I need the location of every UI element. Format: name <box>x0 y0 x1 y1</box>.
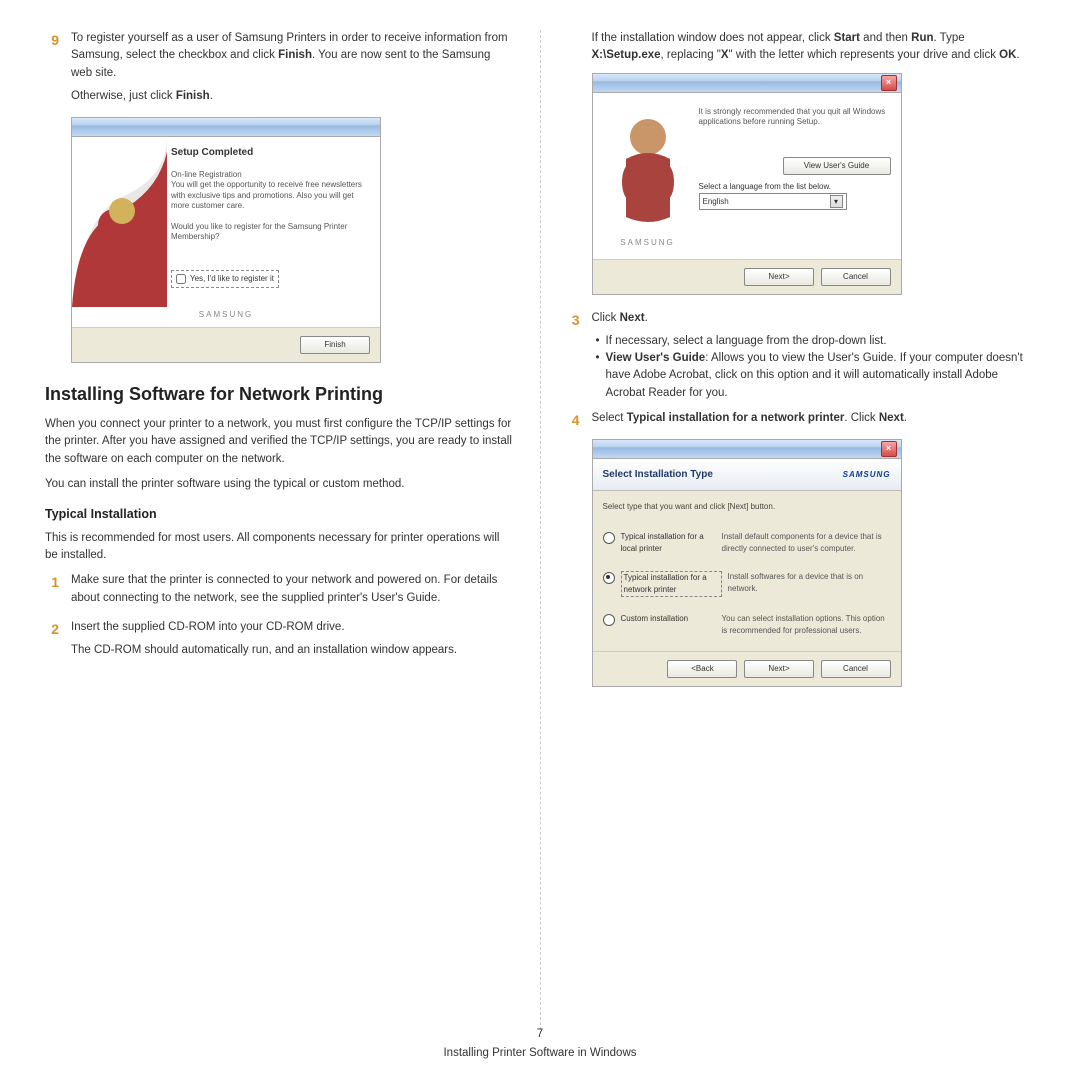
checkbox-input[interactable] <box>176 274 186 284</box>
right-column: If the installation window does not appe… <box>566 30 1036 1030</box>
radio-icon[interactable] <box>603 572 615 584</box>
dialog-message: It is strongly recommended that you quit… <box>699 107 891 128</box>
next-button[interactable]: Next> <box>744 268 814 286</box>
samsung-logo: SAMSUNG <box>620 237 674 249</box>
samsung-logo: SAMSUNG <box>72 307 380 327</box>
step-body: To register yourself as a user of Samsun… <box>71 30 515 111</box>
cancel-button[interactable]: Cancel <box>821 660 891 678</box>
radio-icon[interactable] <box>603 532 615 544</box>
column-divider <box>540 30 541 1030</box>
installation-type-dialog: × Select Installation Type SAMSUNG Selec… <box>592 439 902 687</box>
paragraph: When you connect your printer to a netwo… <box>45 416 515 468</box>
step-number: 4 <box>566 410 580 433</box>
step-3: 3 Click Next. •If necessary, select a la… <box>566 310 1036 402</box>
subsection-heading: Typical Installation <box>45 505 515 524</box>
registration-prompt: Would you like to register for the Samsu… <box>171 222 368 243</box>
close-icon[interactable]: × <box>881 441 897 457</box>
radio-icon[interactable] <box>603 614 615 626</box>
finish-button[interactable]: Finish <box>300 336 370 354</box>
step-9: 9 To register yourself as a user of Sams… <box>45 30 515 111</box>
step-number: 1 <box>45 572 59 613</box>
step-1: 1 Make sure that the printer is connecte… <box>45 572 515 613</box>
paragraph: You can install the printer software usi… <box>45 476 515 493</box>
footer-title: Installing Printer Software in Windows <box>0 1045 1080 1062</box>
back-button[interactable]: <Back <box>667 660 737 678</box>
language-dropdown[interactable]: English ▾ <box>699 193 847 210</box>
setup-completed-dialog: Setup Completed On-line RegistrationYou … <box>71 117 381 363</box>
registration-heading: On-line RegistrationYou will get the opp… <box>171 170 368 212</box>
language-select-dialog: × SAMSUNG It is strongly recommended tha… <box>592 73 902 295</box>
step-2: 2 Insert the supplied CD-ROM into your C… <box>45 619 515 666</box>
view-guide-button[interactable]: View User's Guide <box>783 157 891 175</box>
page-footer: 7 Installing Printer Software in Windows <box>0 1026 1080 1063</box>
section-heading: Installing Software for Network Printing <box>45 381 515 408</box>
cancel-button[interactable]: Cancel <box>821 268 891 286</box>
dialog-artwork: SAMSUNG <box>603 107 693 249</box>
step-number: 2 <box>45 619 59 666</box>
option-local[interactable]: Typical installation for a local printer… <box>603 523 891 563</box>
next-button[interactable]: Next> <box>744 660 814 678</box>
dialog-artwork <box>72 137 167 307</box>
dialog-heading: Setup Completed <box>171 145 368 160</box>
close-icon[interactable]: × <box>881 75 897 91</box>
dialog-titlebar <box>72 118 380 137</box>
option-custom[interactable]: Custom installation You can select insta… <box>603 605 891 645</box>
chevron-down-icon[interactable]: ▾ <box>830 195 843 208</box>
register-checkbox[interactable]: Yes, I'd like to register it <box>171 270 279 288</box>
option-network[interactable]: Typical installation for a network print… <box>603 563 891 605</box>
step-number: 3 <box>566 310 580 402</box>
left-column: 9 To register yourself as a user of Sams… <box>45 30 515 1030</box>
paragraph: This is recommended for most users. All … <box>45 530 515 565</box>
step-number: 9 <box>45 30 59 111</box>
continuation-text: If the installation window does not appe… <box>592 30 1036 65</box>
page-number: 7 <box>0 1026 1080 1043</box>
dialog-title: Select Installation Type <box>603 467 713 482</box>
dialog-note: Select type that you want and click [Nex… <box>603 501 891 513</box>
step-4: 4 Select Typical installation for a netw… <box>566 410 1036 433</box>
language-label: Select a language from the list below. <box>699 181 891 193</box>
samsung-logo: SAMSUNG <box>843 469 891 481</box>
